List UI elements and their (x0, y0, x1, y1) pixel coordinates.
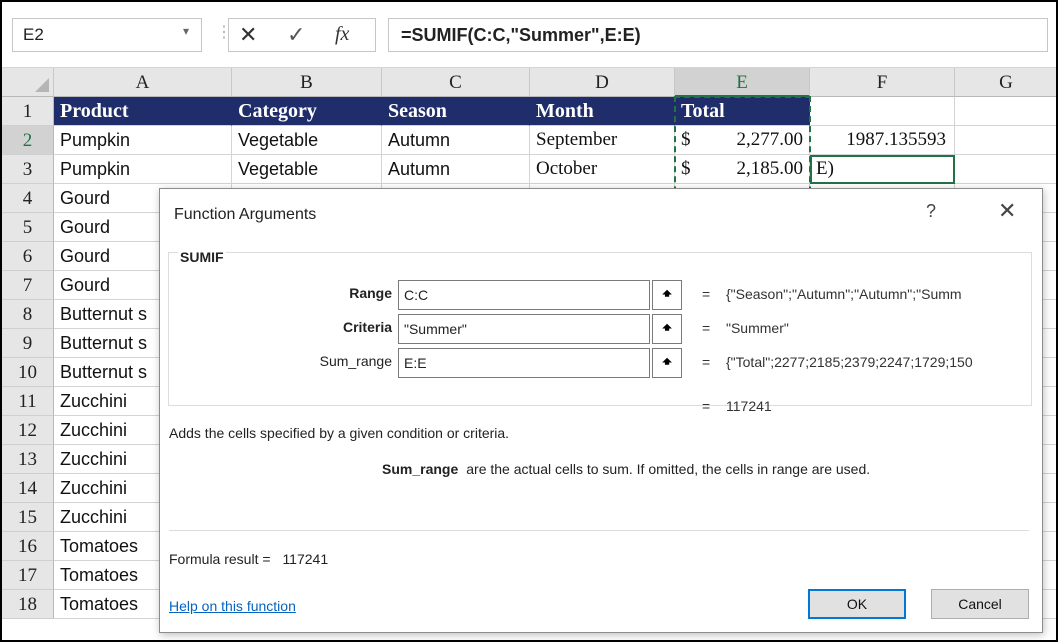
cell-c1[interactable]: Season (382, 97, 530, 126)
cell-a3[interactable]: Pumpkin (54, 155, 232, 184)
excel-window: E2 ▾ ⋮ ✕ ✓ fx =SUMIF(C:C,"Summer",E:E) A… (0, 0, 1058, 642)
cell-e1[interactable]: Total (675, 97, 810, 126)
currency-symbol: $ (681, 129, 691, 150)
collapse-dialog-icon[interactable]: 🠹 (652, 348, 682, 378)
row-header[interactable]: 5 (2, 213, 54, 242)
cancel-icon[interactable]: ✕ (239, 22, 257, 48)
row-header[interactable]: 6 (2, 242, 54, 271)
cell-e3[interactable]: $2,185.00 (675, 155, 810, 184)
select-all-corner[interactable] (2, 68, 54, 97)
argument-label: Range (349, 285, 392, 301)
cell-g3[interactable] (955, 155, 1056, 184)
argument-result: "Summer" (726, 320, 789, 336)
function-description: Adds the cells specified by a given cond… (169, 425, 510, 441)
row-header[interactable]: 4 (2, 184, 54, 213)
argument-label: Sum_range (319, 353, 392, 369)
argument-row-range: Range C:C 🠹 = {"Season";"Autumn";"Autumn… (160, 280, 1040, 310)
equals-sign: = (702, 320, 711, 336)
row-header[interactable]: 10 (2, 358, 54, 387)
row-header[interactable]: 7 (2, 271, 54, 300)
row-header[interactable]: 14 (2, 474, 54, 503)
enter-icon[interactable]: ✓ (287, 22, 305, 48)
column-header-f[interactable]: F (810, 68, 955, 97)
row-header[interactable]: 2 (2, 126, 54, 155)
argument-row-sum-range: Sum_range E:E 🠹 = {"Total";2277;2185;237… (160, 348, 1040, 378)
cell-f2[interactable]: 1987.135593 (810, 126, 955, 155)
function-arguments-dialog: Function Arguments ? ✕ SUMIF Range C:C 🠹… (159, 188, 1043, 633)
column-header-b[interactable]: B (232, 68, 382, 97)
argument-label: Criteria (342, 319, 392, 335)
equals-sign: = (702, 286, 711, 302)
argument-result: {"Season";"Autumn";"Autumn";"Summ (726, 286, 962, 302)
argument-description: Sum_range are the actual cells to sum. If… (382, 461, 870, 477)
cell-e2[interactable]: $2,277.00 (675, 126, 810, 155)
insert-function-icon[interactable]: fx (335, 23, 349, 46)
function-name: SUMIF (178, 249, 226, 265)
cell-b3[interactable]: Vegetable (232, 155, 382, 184)
formula-result: Formula result = 117241 (169, 551, 328, 567)
column-header-g[interactable]: G (955, 68, 1056, 97)
argument-row-criteria: Criteria "Summer" 🠹 = "Summer" (160, 314, 1040, 344)
divider (169, 530, 1029, 531)
equals-sign: = (702, 398, 711, 414)
cancel-button[interactable]: Cancel (931, 589, 1029, 619)
collapse-dialog-icon[interactable]: 🠹 (652, 280, 682, 310)
sum-range-input[interactable]: E:E (398, 348, 650, 378)
cell-value: 2,185.00 (736, 158, 804, 179)
row-header[interactable]: 17 (2, 561, 54, 590)
cell-d1[interactable]: Month (530, 97, 675, 126)
cell-d2[interactable]: September (530, 126, 675, 155)
argument-result: {"Total";2277;2185;2379;2247;1729;150 (726, 354, 973, 370)
row-header[interactable]: 8 (2, 300, 54, 329)
cell-f3[interactable]: E) (810, 155, 955, 184)
cell-b2[interactable]: Vegetable (232, 126, 382, 155)
row-header[interactable]: 9 (2, 329, 54, 358)
row-header[interactable]: 13 (2, 445, 54, 474)
chevron-down-icon[interactable]: ▾ (183, 24, 189, 38)
formula-result-value: 117241 (282, 551, 329, 567)
row-header[interactable]: 18 (2, 590, 54, 619)
cell-value: 2,277.00 (736, 129, 804, 150)
help-on-function-link[interactable]: Help on this function (169, 598, 296, 614)
row-header[interactable]: 12 (2, 416, 54, 445)
row-header[interactable]: 11 (2, 387, 54, 416)
column-header-c[interactable]: C (382, 68, 530, 97)
cell-a2[interactable]: Pumpkin (54, 126, 232, 155)
cell-c3[interactable]: Autumn (382, 155, 530, 184)
row-header[interactable]: 3 (2, 155, 54, 184)
range-input[interactable]: C:C (398, 280, 650, 310)
close-icon[interactable]: ✕ (998, 198, 1016, 224)
column-header-e[interactable]: E (675, 68, 810, 97)
cell-d3[interactable]: October (530, 155, 675, 184)
column-header-a[interactable]: A (54, 68, 232, 97)
function-result: 117241 (726, 398, 772, 414)
column-header-d[interactable]: D (530, 68, 675, 97)
formula-result-label: Formula result = (169, 551, 271, 567)
equals-sign: = (702, 354, 711, 370)
help-icon[interactable]: ? (926, 201, 936, 222)
cell-b1[interactable]: Category (232, 97, 382, 126)
name-box[interactable]: E2 ▾ (12, 18, 202, 52)
argument-description-name: Sum_range (382, 461, 459, 477)
row-header[interactable]: 1 (2, 97, 54, 126)
formula-input[interactable]: =SUMIF(C:C,"Summer",E:E) (388, 18, 1048, 52)
row-header[interactable]: 16 (2, 532, 54, 561)
row-header[interactable]: 15 (2, 503, 54, 532)
formula-buttons: ✕ ✓ fx (228, 18, 376, 52)
formula-bar: E2 ▾ ⋮ ✕ ✓ fx =SUMIF(C:C,"Summer",E:E) (2, 2, 1056, 68)
collapse-dialog-icon[interactable]: 🠹 (652, 314, 682, 344)
dialog-title: Function Arguments (174, 206, 317, 223)
cell-g1[interactable] (955, 97, 1056, 126)
argument-description-text: are the actual cells to sum. If omitted,… (466, 461, 871, 477)
cell-g2[interactable] (955, 126, 1056, 155)
cell-c2[interactable]: Autumn (382, 126, 530, 155)
cell-f1[interactable] (810, 97, 955, 126)
ok-button[interactable]: OK (808, 589, 906, 619)
currency-symbol: $ (681, 158, 691, 179)
cell-a1[interactable]: Product (54, 97, 232, 126)
name-box-value: E2 (23, 25, 44, 44)
criteria-input[interactable]: "Summer" (398, 314, 650, 344)
